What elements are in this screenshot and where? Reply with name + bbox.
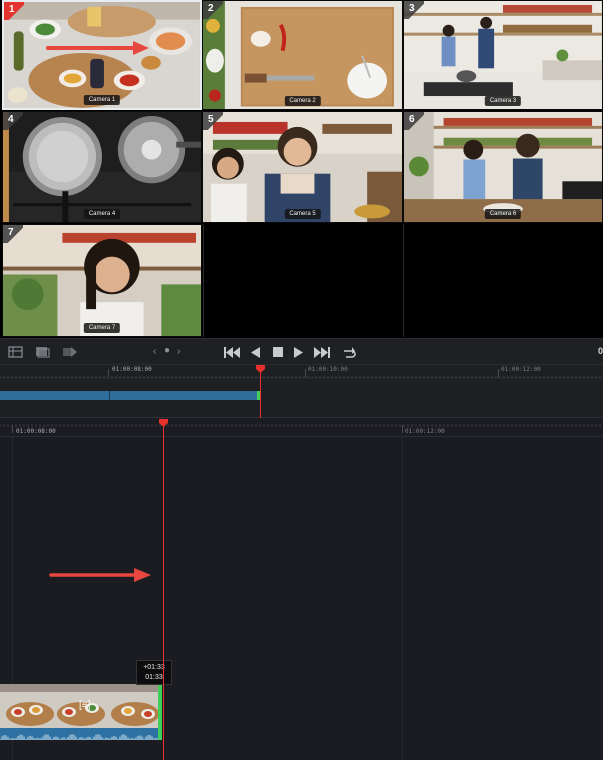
camera-angle-5[interactable]: 5 Camera 5 [202, 111, 403, 223]
ruler-label: 01:00:12:00 [405, 428, 445, 435]
camera-7-label: Camera 7 [83, 323, 121, 333]
camera-angle-3[interactable]: 3 Camera 3 [403, 0, 603, 110]
camera-2-number-badge: 2 [203, 1, 223, 19]
camera-6-preview [404, 112, 602, 222]
skip-to-start-icon[interactable] [224, 347, 240, 358]
timeline-playhead-handle[interactable] [159, 419, 168, 427]
camera-6-number-badge: 6 [404, 112, 424, 130]
camera-4-label: Camera 4 [83, 209, 121, 219]
play-reverse-icon[interactable] [251, 347, 260, 358]
camera-angle-6[interactable]: 6 Camera 6 [403, 111, 603, 223]
chevron-left-icon[interactable]: ‹ [153, 345, 156, 359]
camera-3-preview [404, 1, 602, 109]
chevron-right-icon[interactable]: › [177, 345, 180, 359]
source-viewer-icon[interactable] [35, 346, 50, 358]
camera-1-label: Camera 1 [83, 95, 121, 105]
multicam-viewer: 1 Camera 1 2 Camera 2 3 Camera 3 4 Camer… [0, 0, 603, 338]
ruler-label: 01:00:08:00 [16, 428, 56, 435]
ruler-label: 01:00:12:00 [501, 366, 541, 373]
edit-overlay-icon[interactable] [62, 346, 78, 358]
stop-icon[interactable] [273, 347, 283, 357]
annotation-arrow-top [46, 41, 149, 55]
dot-icon[interactable]: ● [164, 344, 170, 358]
clip-end-marker [158, 684, 162, 740]
camera-3-label: Camera 3 [484, 96, 522, 106]
camera-5-number-badge: 5 [203, 112, 223, 130]
play-icon[interactable] [294, 347, 303, 358]
camera-1-number-badge: 1 [4, 2, 24, 20]
trim-offset-tooltip: +01:33 01:33 [136, 660, 172, 685]
audio-clip[interactable] [0, 728, 162, 740]
clip-thumbnail [108, 684, 162, 728]
ruler-label: 01:00:08:00 [112, 366, 152, 373]
camera-4-preview [3, 112, 201, 222]
annotation-arrow-timeline [49, 568, 151, 582]
camera-6-label: Camera 6 [484, 209, 522, 219]
timeline-gridline [402, 437, 403, 760]
editor-window: 1 Camera 1 2 Camera 2 3 Camera 3 4 Camer… [0, 0, 603, 760]
camera-5-preview [203, 112, 402, 222]
multicam-clip-badge: [≡] [79, 700, 91, 711]
camera-angle-4[interactable]: 4 Camera 4 [2, 111, 202, 223]
audio-waveform [0, 734, 161, 740]
multicam-viewer-icon[interactable] [8, 346, 23, 358]
overview-timeline[interactable]: 01:00:08:00 01:00:10:00 01:00:12:00 [0, 365, 603, 418]
camera-2-preview [203, 1, 402, 109]
edit-timeline[interactable]: 01:00:08:00 01:00:12:00 [≡] +01:33 01:33 [0, 419, 603, 760]
camera-2-label: Camera 2 [284, 96, 321, 106]
transport-bar: ‹ ● › 0 [0, 338, 603, 365]
timeline-playhead-line[interactable] [163, 425, 164, 760]
empty-angle-slot [403, 224, 603, 337]
ruler-divider [0, 377, 603, 378]
clip-thumbnail [0, 684, 54, 728]
tooltip-duration: 01:33 [145, 674, 163, 681]
camera-4-number-badge: 4 [3, 112, 23, 130]
overview-playhead-line[interactable] [260, 371, 261, 418]
overview-playhead-handle[interactable] [256, 365, 265, 373]
overview-clip[interactable] [0, 391, 259, 400]
overview-clip-edit-point [109, 391, 110, 400]
loop-icon[interactable] [341, 346, 356, 359]
ruler-minor-ticks [0, 424, 601, 427]
camera-7-preview [3, 225, 201, 336]
ruler-label: 01:00:10:00 [308, 366, 348, 373]
ruler-divider [0, 436, 603, 437]
tooltip-offset: +01:33 [143, 664, 165, 671]
skip-to-end-icon[interactable] [314, 347, 330, 358]
camera-5-label: Camera 5 [284, 209, 321, 219]
camera-angle-7[interactable]: 7 Camera 7 [2, 224, 202, 337]
camera-3-number-badge: 3 [404, 1, 424, 19]
ruler-minor-ticks [0, 376, 601, 379]
camera-angle-2[interactable]: 2 Camera 2 [202, 0, 403, 110]
timecode-readout: 0 [597, 346, 603, 356]
camera-7-number-badge: 7 [3, 225, 23, 243]
empty-angle-slot [203, 224, 403, 337]
